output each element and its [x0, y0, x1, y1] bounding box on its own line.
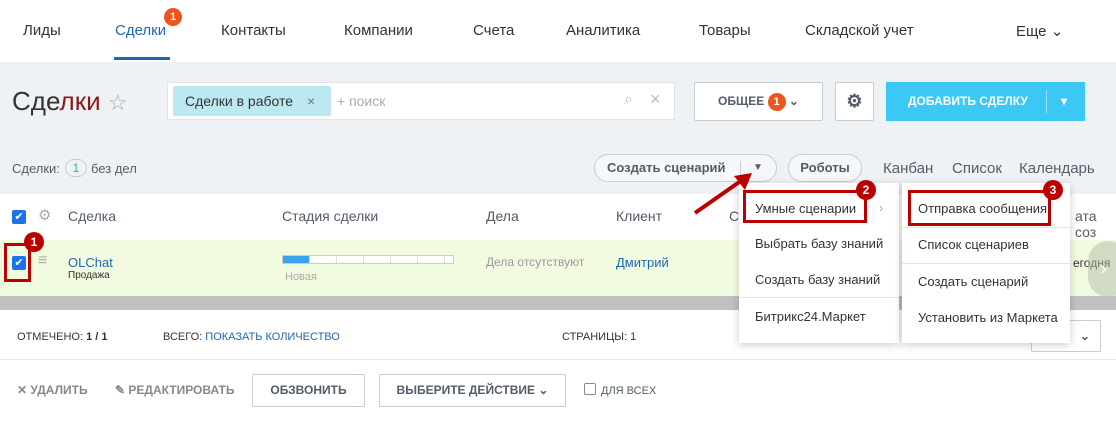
nav-more-label: Еще: [1016, 23, 1047, 40]
col-deal[interactable]: Сделка: [68, 208, 116, 224]
chip-close-icon[interactable]: ×: [307, 93, 315, 109]
menu-market[interactable]: Битрикс24.Маркет: [755, 309, 866, 324]
annotation-box-2: [743, 190, 867, 223]
search-input[interactable]: + поиск: [337, 93, 385, 109]
nav-deals[interactable]: Сделки: [115, 22, 166, 39]
deals-badge: 1: [164, 8, 182, 26]
page-title: Сделки ☆: [12, 86, 128, 117]
stage-progress[interactable]: [282, 255, 454, 264]
edit-button[interactable]: ✎ РЕДАКТИРОВАТЬ: [115, 383, 234, 397]
selected-value: 1 / 1: [86, 331, 108, 343]
search-icon[interactable]: ⌕: [624, 91, 633, 109]
col-stage[interactable]: Стадия сделки: [282, 208, 378, 224]
pages-label: СТРАНИЦЫ:: [562, 331, 628, 343]
col-client[interactable]: Клиент: [616, 208, 662, 224]
robots-button[interactable]: Роботы: [788, 154, 862, 182]
scroll-right-icon[interactable]: ›: [1088, 241, 1116, 297]
annotation-3: 3: [1043, 180, 1063, 200]
pages: СТРАНИЦЫ: 1: [562, 331, 636, 343]
view-list[interactable]: Список: [952, 160, 1002, 177]
deals-label: Сделки:: [12, 161, 60, 176]
nav-warehouse[interactable]: Складской учет: [805, 22, 914, 39]
general-label: ОБЩЕЕ: [718, 94, 765, 108]
menu-create-scenario[interactable]: Создать сценарий: [918, 274, 1028, 289]
total-label: ВСЕГО:: [163, 331, 203, 343]
choose-action-label: ВЫБЕРИТЕ ДЕЙСТВИЕ: [396, 383, 536, 397]
selected-count: ОТМЕЧЕНО: 1 / 1: [17, 331, 107, 343]
star-icon[interactable]: ☆: [108, 90, 128, 115]
settings-gear-icon[interactable]: ⚙: [835, 82, 874, 121]
edit-label: РЕДАКТИРОВАТЬ: [128, 383, 235, 397]
stage-label: Новая: [285, 271, 317, 283]
client-link[interactable]: Дмитрий: [616, 255, 669, 270]
nav-products[interactable]: Товары: [699, 22, 751, 39]
menu-choose-kb[interactable]: Выбрать базу знаний: [755, 236, 883, 251]
gear-icon[interactable]: ⚙: [38, 206, 51, 224]
deal-type: Продажа: [68, 270, 110, 281]
annotation-2: 2: [856, 180, 876, 200]
title-part2: лки: [59, 86, 101, 116]
nav-companies[interactable]: Компании: [344, 22, 413, 39]
selected-label: ОТМЕЧЕНО:: [17, 331, 83, 343]
menu-scenario-list[interactable]: Список сценариев: [918, 237, 1029, 252]
stage-progress-fill: [283, 256, 309, 263]
nav-analytics[interactable]: Аналитика: [566, 22, 640, 39]
view-calendar[interactable]: Календарь: [1019, 160, 1095, 177]
chevron-down-icon[interactable]: ▾: [1061, 82, 1067, 121]
tasks-value: Дела отсутствуют: [486, 255, 585, 269]
col-date[interactable]: ата соз: [1075, 208, 1116, 240]
total: ВСЕГО: ПОКАЗАТЬ КОЛИЧЕСТВО: [163, 331, 340, 343]
show-count-link[interactable]: ПОКАЗАТЬ КОЛИЧЕСТВО: [205, 331, 340, 343]
add-deal-button[interactable]: ДОБАВИТЬ СДЕЛКУ ▾: [886, 82, 1085, 121]
general-button[interactable]: ОБЩЕЕ 1 ⌄: [694, 82, 823, 121]
annotation-box-3: [908, 190, 1051, 226]
delete-button[interactable]: ✕ УДАЛИТЬ: [17, 383, 88, 397]
select-all-checkbox[interactable]: ✔: [12, 210, 26, 224]
for-all-checkbox[interactable]: [584, 383, 596, 395]
deal-name-link[interactable]: OLChat: [68, 255, 113, 270]
choose-action-select[interactable]: ВЫБЕРИТЕ ДЕЙСТВИЕ ⌄: [379, 374, 566, 407]
general-badge: 1: [767, 92, 786, 111]
deals-count[interactable]: 1: [65, 159, 87, 177]
annotation-arrow-icon: [693, 173, 752, 215]
menu-install-market[interactable]: Установить из Маркета: [918, 310, 1058, 325]
divider: [0, 359, 1116, 360]
clear-icon[interactable]: ×: [650, 89, 661, 110]
add-deal-label: ДОБАВИТЬ СДЕЛКУ: [908, 94, 1028, 108]
menu-create-kb[interactable]: Создать базу знаний: [755, 272, 880, 287]
no-tasks-label[interactable]: без дел: [91, 161, 137, 176]
view-kanban[interactable]: Канбан: [883, 160, 933, 177]
drag-handle-icon[interactable]: ≡: [38, 252, 47, 270]
annotation-1: 1: [24, 232, 44, 252]
filter-chip-label: Сделки в работе: [185, 93, 294, 109]
col-tasks[interactable]: Дела: [486, 208, 519, 224]
active-tab-indicator: [114, 57, 170, 60]
pages-value: 1: [630, 331, 637, 343]
delete-label: УДАЛИТЬ: [30, 383, 88, 397]
nav-invoices[interactable]: Счета: [473, 22, 514, 39]
submenu-arrow-icon: ›: [879, 200, 884, 215]
nav-leads[interactable]: Лиды: [23, 22, 61, 39]
for-all-label: ДЛЯ ВСЕХ: [601, 385, 657, 397]
title-part1: Сде: [12, 86, 60, 116]
nav-more[interactable]: Еще ⌄: [1016, 22, 1063, 40]
filter-chip[interactable]: Сделки в работе ×: [173, 86, 331, 116]
call-button[interactable]: ОБЗВОНИТЬ: [252, 374, 365, 407]
nav-contacts[interactable]: Контакты: [221, 22, 286, 39]
